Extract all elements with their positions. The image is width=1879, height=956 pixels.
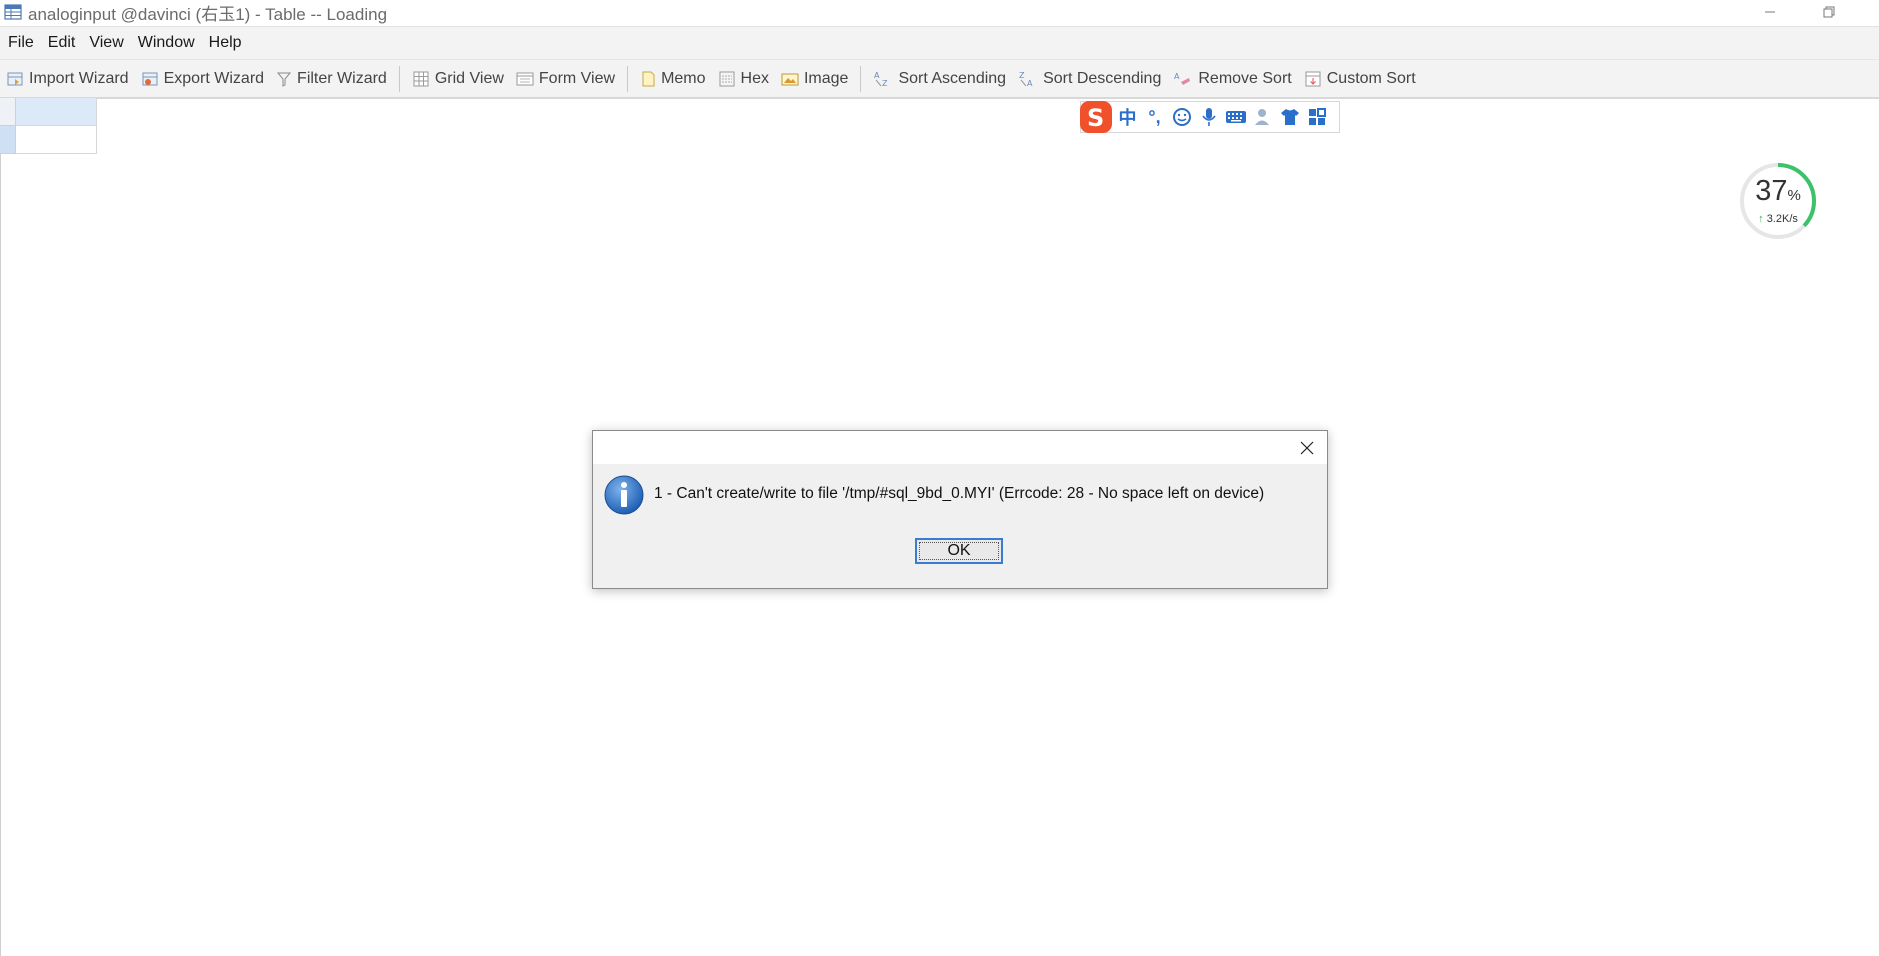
sort-descending-button[interactable]: Z A Sort Descending	[1012, 64, 1167, 94]
skin-shirt-icon	[1280, 109, 1299, 125]
ime-skin-button[interactable]	[1276, 107, 1303, 127]
export-wizard-button[interactable]: Export Wizard	[135, 64, 270, 94]
memo-button[interactable]: Memo	[634, 64, 711, 94]
grid-border	[0, 154, 1, 956]
ime-toolbox-button[interactable]	[1303, 108, 1330, 126]
grid-view-label: Grid View	[434, 69, 504, 87]
window-title: analoginput @davinci (右玉1) - Table -- Lo…	[28, 4, 388, 24]
toolbar-separator	[398, 65, 400, 92]
info-icon	[604, 475, 644, 515]
sort-ascending-label: Sort Ascending	[898, 69, 1007, 87]
custom-sort-label: Custom Sort	[1326, 69, 1416, 87]
ime-emoji-button[interactable]	[1168, 107, 1195, 127]
export-wizard-label: Export Wizard	[163, 69, 265, 87]
toolbar-separator	[860, 65, 862, 92]
ime-voice-button[interactable]	[1195, 107, 1222, 127]
form-view-icon	[516, 72, 534, 85]
sort-descending-label: Sort Descending	[1043, 69, 1162, 87]
grid-view-button[interactable]: Grid View	[406, 64, 510, 94]
import-wizard-icon	[7, 72, 23, 85]
data-grid[interactable]	[0, 98, 98, 154]
toolbar: Import Wizard Export Wizard Filter Wizar…	[0, 59, 1879, 99]
table-icon	[4, 4, 22, 20]
import-wizard-button[interactable]: Import Wizard	[0, 64, 135, 94]
filter-wizard-button[interactable]: Filter Wizard	[270, 64, 393, 94]
speed-percent: 37%	[1738, 175, 1818, 208]
speed-rate: ↑ 3.2K/s	[1738, 213, 1818, 225]
image-icon	[781, 73, 799, 85]
menu-view[interactable]: View	[82, 34, 130, 52]
menu-file[interactable]: File	[0, 34, 41, 52]
menu-help[interactable]: Help	[202, 34, 249, 52]
speed-rate-value: 3.2K/s	[1766, 213, 1798, 225]
custom-sort-button[interactable]: Custom Sort	[1298, 64, 1422, 94]
import-wizard-label: Import Wizard	[29, 69, 129, 87]
minimize-icon	[1765, 11, 1775, 13]
hex-button[interactable]: Hex	[712, 64, 775, 94]
menu-window[interactable]: Window	[131, 34, 202, 52]
hex-icon	[719, 71, 735, 86]
error-message: 1 - Can't create/write to file '/tmp/#sq…	[654, 485, 1265, 502]
image-label: Image	[803, 69, 849, 87]
sort-descending-icon: Z A	[1019, 71, 1033, 88]
sort-ascending-icon: A Z	[874, 71, 888, 88]
memo-icon	[642, 71, 655, 86]
error-dialog: 1 - Can't create/write to file '/tmp/#sq…	[592, 430, 1328, 589]
remove-sort-label: Remove Sort	[1198, 69, 1292, 87]
emoji-icon	[1172, 108, 1191, 126]
grid-cell[interactable]	[16, 126, 97, 154]
network-speed-widget[interactable]: 37% ↑ 3.2K/s	[1738, 161, 1818, 241]
minimize-button[interactable]	[1747, 0, 1793, 24]
user-icon	[1254, 109, 1269, 125]
microphone-icon	[1201, 108, 1216, 126]
svg-text:S: S	[1087, 104, 1104, 132]
remove-sort-icon: A	[1174, 72, 1191, 85]
hex-label: Hex	[740, 69, 769, 87]
ime-punctuation-mode[interactable]: °,	[1141, 107, 1168, 128]
sort-ascending-button[interactable]: A Z Sort Ascending	[867, 64, 1012, 94]
row-header[interactable]	[0, 126, 16, 154]
remove-sort-button[interactable]: A Remove Sort	[1167, 64, 1297, 94]
toolbar-separator	[627, 65, 629, 92]
menu-bar: File Edit View Window Help	[0, 26, 1879, 59]
sogou-logo-icon[interactable]: S	[1078, 100, 1114, 134]
dialog-close-button[interactable]	[1297, 438, 1317, 458]
toolbox-grid-icon	[1308, 108, 1326, 125]
svg-text:A: A	[1027, 79, 1033, 88]
ime-chinese-mode[interactable]: 中	[1114, 104, 1141, 130]
dialog-title-bar	[593, 431, 1327, 464]
svg-text:A: A	[1174, 72, 1180, 81]
ime-toolbar: S 中 °,	[1080, 101, 1340, 133]
column-header-corner	[0, 98, 16, 126]
image-button[interactable]: Image	[775, 64, 854, 94]
speed-percent-value: 37	[1755, 175, 1788, 207]
memo-label: Memo	[661, 69, 706, 87]
svg-text:Z: Z	[882, 79, 888, 88]
close-icon	[1300, 441, 1314, 455]
column-header[interactable]	[16, 98, 97, 126]
svg-text:Z: Z	[1019, 71, 1025, 80]
form-view-label: Form View	[538, 69, 616, 87]
export-wizard-icon	[142, 72, 158, 85]
filter-wizard-label: Filter Wizard	[297, 69, 387, 87]
filter-icon	[276, 72, 292, 87]
grid-view-icon	[413, 71, 429, 86]
restore-button[interactable]	[1806, 0, 1852, 24]
speed-percent-sign: %	[1787, 187, 1801, 204]
ime-keyboard-button[interactable]	[1222, 109, 1249, 125]
svg-text:A: A	[874, 71, 880, 80]
ok-button[interactable]: OK	[915, 538, 1003, 564]
menu-edit[interactable]: Edit	[41, 34, 83, 52]
custom-sort-icon	[1305, 71, 1321, 86]
form-view-button[interactable]: Form View	[510, 64, 621, 94]
restore-icon	[1823, 6, 1835, 18]
ime-user-button[interactable]	[1249, 107, 1276, 127]
title-bar: analoginput @davinci (右玉1) - Table -- Lo…	[0, 0, 1879, 24]
upload-arrow-icon: ↑	[1758, 213, 1764, 225]
keyboard-icon	[1225, 111, 1246, 123]
